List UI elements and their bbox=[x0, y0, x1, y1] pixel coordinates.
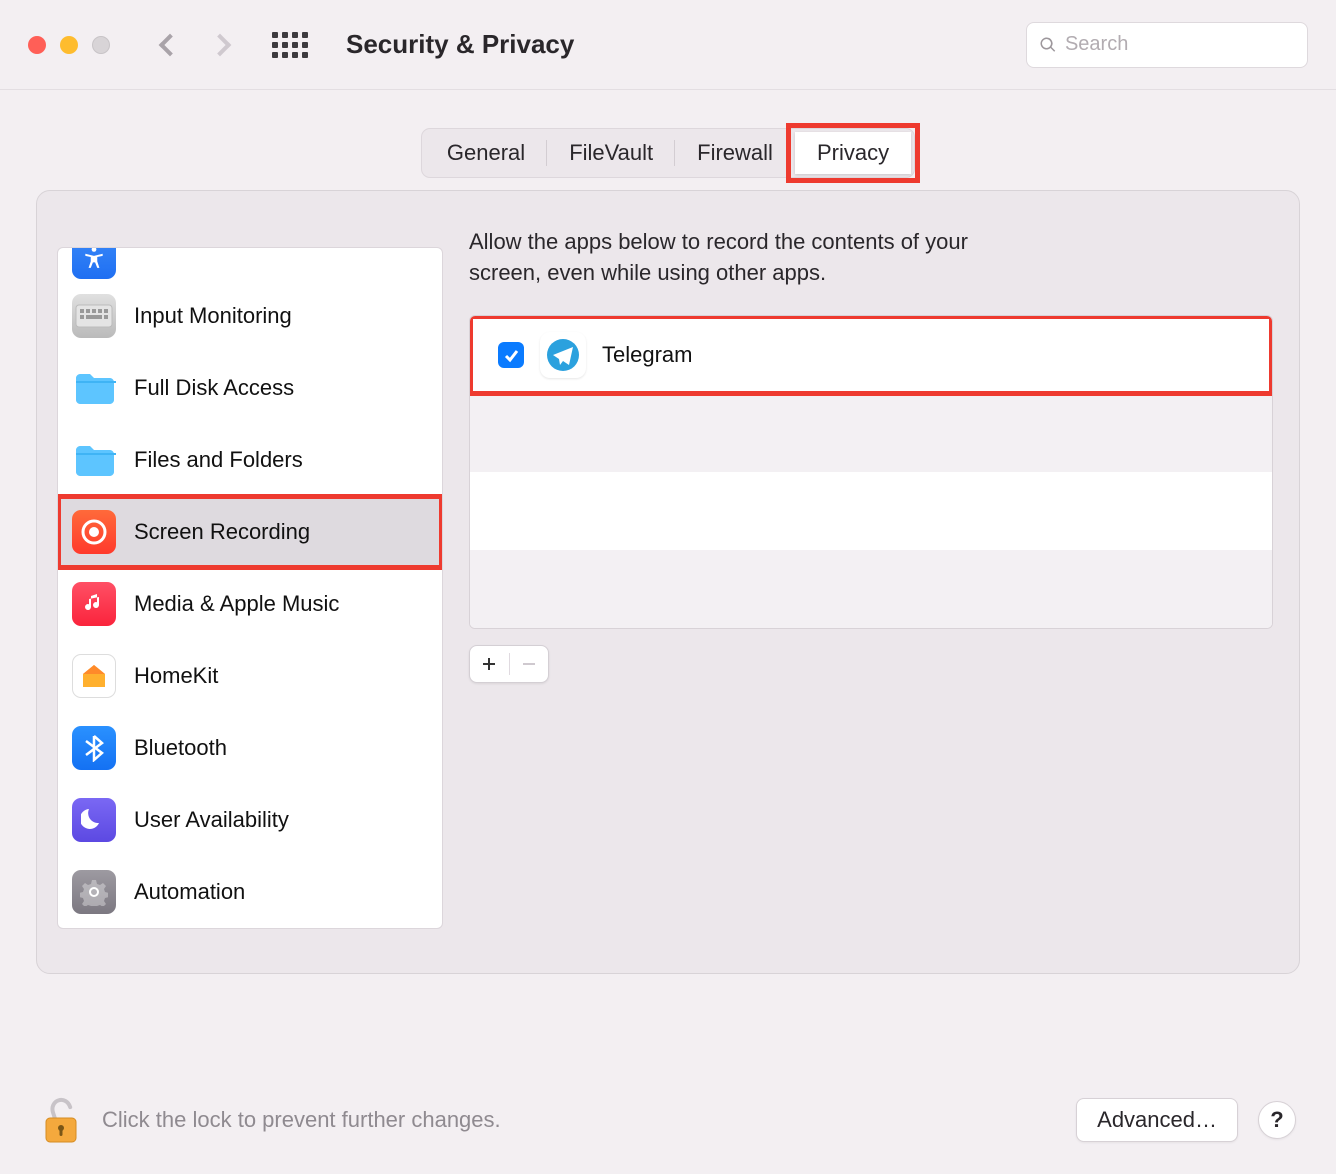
sidebar-item-files-and-folders[interactable]: Files and Folders bbox=[58, 424, 442, 496]
keyboard-icon bbox=[72, 294, 116, 338]
tab-firewall[interactable]: Firewall bbox=[675, 132, 795, 174]
sidebar-item-full-disk-access[interactable]: Full Disk Access bbox=[58, 352, 442, 424]
telegram-icon bbox=[540, 332, 586, 378]
detail-panel: Allow the apps below to record the conte… bbox=[457, 191, 1299, 973]
app-permission-list[interactable]: Telegram bbox=[469, 315, 1273, 629]
window-title: Security & Privacy bbox=[346, 29, 574, 60]
privacy-sidebar[interactable]: Input Monitoring Full Disk Access Files … bbox=[57, 247, 443, 929]
sidebar-item-input-monitoring[interactable]: Input Monitoring bbox=[58, 280, 442, 352]
sidebar-item-bluetooth[interactable]: Bluetooth bbox=[58, 712, 442, 784]
app-row-empty bbox=[470, 472, 1272, 550]
tab-bar: General FileVault Firewall Privacy bbox=[421, 128, 915, 178]
toolbar: Security & Privacy bbox=[0, 0, 1336, 90]
sidebar-item-label: Input Monitoring bbox=[134, 303, 292, 329]
app-row-telegram[interactable]: Telegram bbox=[470, 316, 1272, 394]
tab-general[interactable]: General bbox=[425, 132, 547, 174]
sidebar-item-label: Screen Recording bbox=[134, 519, 310, 545]
tab-filevault[interactable]: FileVault bbox=[547, 132, 675, 174]
minimize-window-button[interactable] bbox=[60, 36, 78, 54]
app-row-empty bbox=[470, 394, 1272, 472]
add-app-button[interactable] bbox=[470, 646, 509, 682]
advanced-button[interactable]: Advanced… bbox=[1076, 1098, 1238, 1142]
remove-app-button bbox=[510, 646, 549, 682]
panel-description: Allow the apps below to record the conte… bbox=[469, 227, 1029, 289]
music-note-icon bbox=[72, 582, 116, 626]
app-checkbox[interactable] bbox=[498, 342, 524, 368]
bluetooth-icon bbox=[72, 726, 116, 770]
app-row-empty bbox=[470, 550, 1272, 628]
search-input[interactable] bbox=[1065, 33, 1295, 56]
back-button[interactable] bbox=[159, 33, 182, 56]
sidebar-item-label: HomeKit bbox=[134, 663, 218, 689]
footer: Click the lock to prevent further change… bbox=[0, 1072, 1336, 1174]
window-traffic-lights bbox=[28, 36, 110, 54]
search-icon bbox=[1039, 35, 1057, 55]
sidebar-item-homekit[interactable]: HomeKit bbox=[58, 640, 442, 712]
sidebar-item-label: Automation bbox=[134, 879, 245, 905]
app-name: Telegram bbox=[602, 342, 692, 368]
sidebar-item-label: User Availability bbox=[134, 807, 289, 833]
accessibility-icon bbox=[72, 248, 116, 279]
sidebar-item-label: Full Disk Access bbox=[134, 375, 294, 401]
forward-button bbox=[209, 33, 232, 56]
screen-recording-icon bbox=[72, 510, 116, 554]
sidebar-item-accessibility[interactable] bbox=[58, 248, 442, 280]
sidebar-item-automation[interactable]: Automation bbox=[58, 856, 442, 928]
help-button[interactable]: ? bbox=[1258, 1101, 1296, 1139]
folder-icon bbox=[72, 366, 116, 410]
search-box[interactable] bbox=[1026, 22, 1308, 68]
tab-privacy[interactable]: Privacy bbox=[795, 132, 911, 174]
add-remove-control bbox=[469, 645, 549, 683]
folder-icon bbox=[72, 438, 116, 482]
nav-arrows bbox=[162, 37, 228, 53]
sidebar-item-label: Media & Apple Music bbox=[134, 591, 339, 617]
fullscreen-window-button[interactable] bbox=[92, 36, 110, 54]
sidebar-item-user-availability[interactable]: User Availability bbox=[58, 784, 442, 856]
sidebar-item-label: Bluetooth bbox=[134, 735, 227, 761]
content-pane: Input Monitoring Full Disk Access Files … bbox=[36, 190, 1300, 974]
home-icon bbox=[72, 654, 116, 698]
lock-hint-text: Click the lock to prevent further change… bbox=[102, 1107, 501, 1133]
sidebar-item-media-apple-music[interactable]: Media & Apple Music bbox=[58, 568, 442, 640]
sidebar-item-label: Files and Folders bbox=[134, 447, 303, 473]
show-all-preferences-button[interactable] bbox=[272, 32, 308, 58]
gear-icon bbox=[72, 870, 116, 914]
moon-icon bbox=[72, 798, 116, 842]
unlocked-lock-icon[interactable] bbox=[40, 1094, 82, 1146]
close-window-button[interactable] bbox=[28, 36, 46, 54]
sidebar-item-screen-recording[interactable]: Screen Recording bbox=[58, 496, 442, 568]
